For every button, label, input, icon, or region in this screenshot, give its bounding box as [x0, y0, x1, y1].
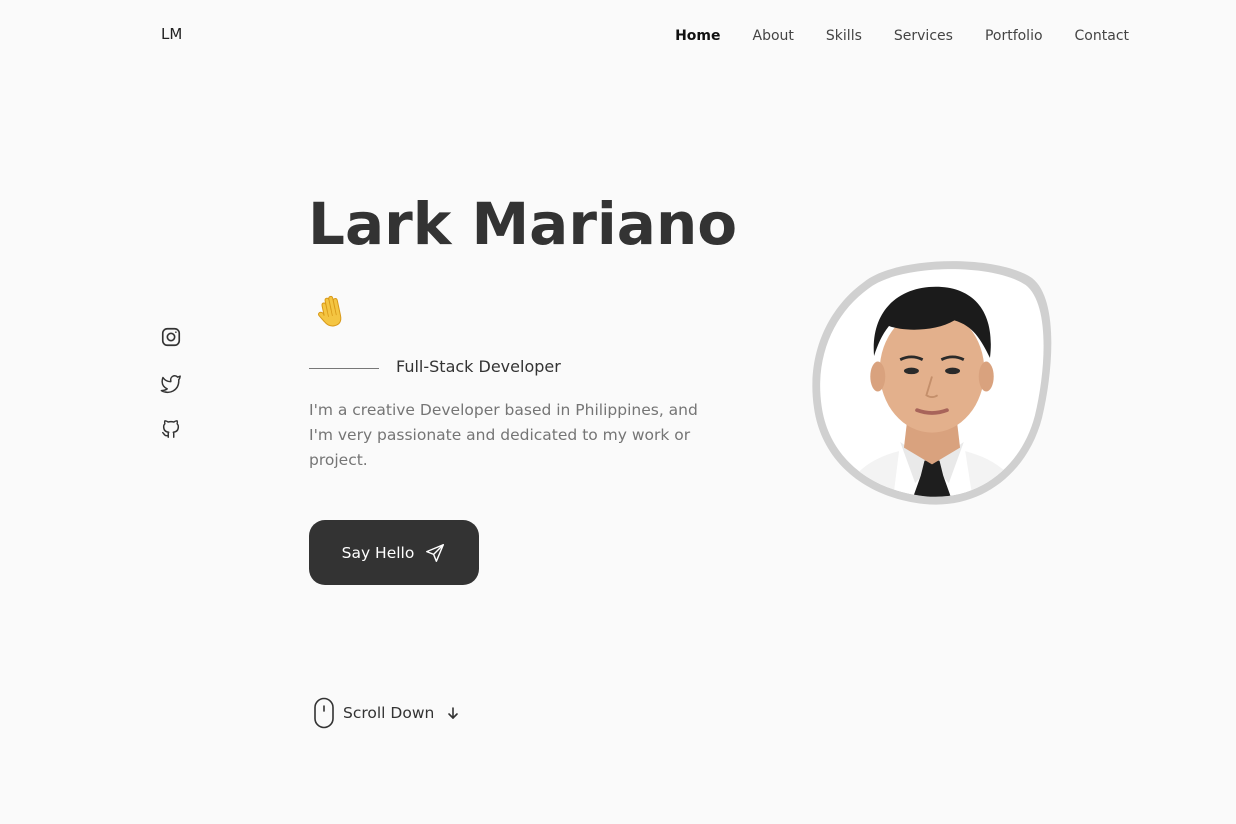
mouse-icon	[314, 697, 334, 729]
nav-item-services: Services	[894, 25, 953, 44]
subtitle-row: Full-Stack Developer	[309, 357, 561, 376]
nav-link-portfolio[interactable]: Portfolio	[985, 28, 1043, 44]
page: LM Home About Skills Services Portfolio …	[0, 0, 1236, 824]
scroll-down-label: Scroll Down	[343, 704, 435, 722]
say-hello-button[interactable]: Say Hello	[309, 520, 479, 585]
profile-image	[806, 258, 1058, 510]
hero-description: I'm a creative Developer based in Philip…	[309, 401, 698, 469]
nav-item-contact: Contact	[1075, 25, 1129, 44]
nav-link-home[interactable]: Home	[675, 28, 720, 44]
github-icon	[162, 420, 180, 438]
nav-item-about: About	[753, 25, 794, 44]
nav-link-contact[interactable]: Contact	[1075, 28, 1129, 44]
say-hello-label: Say Hello	[341, 543, 415, 562]
nav-item-skills: Skills	[826, 25, 862, 44]
send-icon	[426, 543, 445, 562]
hero-subtitle: Full-Stack Developer	[396, 357, 561, 376]
nav-link-skills[interactable]: Skills	[826, 28, 862, 44]
arrow-down-icon	[448, 707, 459, 719]
instagram-icon	[161, 327, 181, 347]
nav-item-home: Home	[675, 25, 720, 44]
twitter-link[interactable]	[160, 372, 182, 394]
waving-hand-icon	[317, 295, 342, 327]
nav-link-services[interactable]: Services	[894, 28, 953, 44]
hero-title: Lark Mariano	[308, 190, 738, 258]
logo[interactable]: LM	[161, 25, 182, 43]
github-link[interactable]	[160, 418, 182, 440]
social-links	[160, 326, 182, 440]
nav-item-portfolio: Portfolio	[985, 25, 1043, 44]
instagram-link[interactable]	[160, 326, 182, 348]
subtitle-divider	[309, 368, 379, 369]
nav-link-about[interactable]: About	[753, 28, 794, 44]
scroll-down-link[interactable]: Scroll Down	[313, 697, 460, 729]
twitter-icon	[160, 375, 181, 393]
main-nav: Home About Skills Services Portfolio Con…	[675, 25, 1129, 44]
